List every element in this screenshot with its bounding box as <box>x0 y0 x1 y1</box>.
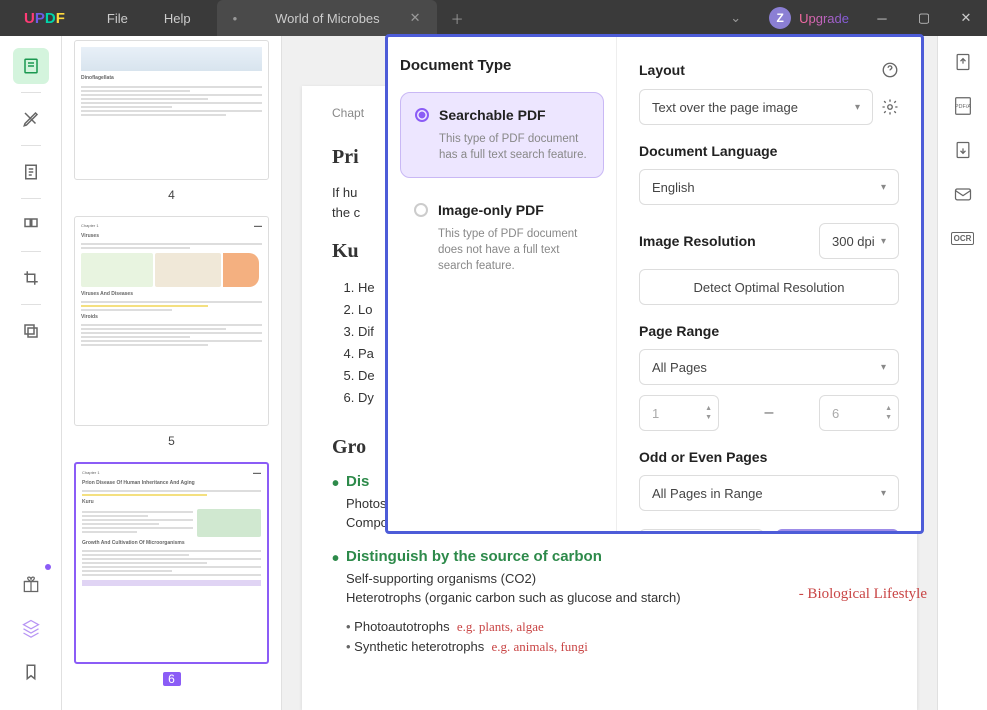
help-icon[interactable] <box>881 61 899 79</box>
page-from-stepper[interactable]: 1 ▲▼ <box>639 395 719 431</box>
stepper-arrows-icon[interactable]: ▲▼ <box>885 405 892 421</box>
option-description: This type of PDF document does not have … <box>438 226 590 274</box>
range-separator: – <box>731 404 807 422</box>
tab-indicator-icon: • <box>233 11 238 26</box>
organize-tool-icon[interactable] <box>13 207 49 243</box>
detect-resolution-button[interactable]: Detect Optimal Resolution <box>639 269 899 305</box>
handwritten-side-note: - Biological Lifestyle <box>799 586 927 603</box>
page-number-selected: 6 <box>163 672 181 686</box>
new-tab-button[interactable]: ＋ <box>437 9 478 28</box>
doc-type-image-only-option[interactable]: Image-only PDF This type of PDF document… <box>400 188 604 288</box>
right-toolbar: PDF/A OCR <box>937 36 987 710</box>
gift-icon[interactable] <box>13 566 49 602</box>
titlebar: UPDF File Help • World of Microbes ✕ ＋ ⌄… <box>0 0 987 36</box>
edit-tool-icon[interactable] <box>13 154 49 190</box>
stepper-arrows-icon[interactable]: ▲▼ <box>705 405 712 421</box>
handwritten-note: e.g. plants, algae <box>457 619 544 634</box>
chevron-down-icon: ▾ <box>855 102 860 113</box>
page-range-label: Page Range <box>639 323 899 339</box>
svg-text:PDF/A: PDF/A <box>954 104 971 110</box>
pdf-convert-icon[interactable]: PDF/A <box>951 94 975 118</box>
handwritten-note: e.g. animals, fungi <box>491 639 587 654</box>
option-title: Image-only PDF <box>438 202 590 218</box>
ocr-icon[interactable]: OCR <box>951 226 975 250</box>
language-label: Document Language <box>639 143 899 159</box>
doc-bullet: Distinguish by the source of carbon <box>346 548 887 565</box>
dialog-right-panel: Layout Text over the page image▾ Documen… <box>616 37 921 531</box>
tab-document[interactable]: • World of Microbes ✕ <box>217 0 437 36</box>
doc-small-bullet: Synthetic heterotrophs e.g. animals, fun… <box>346 639 887 655</box>
layers-icon[interactable] <box>13 610 49 646</box>
radio-icon <box>415 108 429 122</box>
radio-icon <box>414 203 428 217</box>
upgrade-button[interactable]: Z Upgrade <box>757 7 861 29</box>
page-thumbnail[interactable]: Chapter 1▬▬ Viruses Viruses And Diseases… <box>74 216 269 426</box>
perform-ocr-button[interactable]: Perform OCR <box>776 529 899 531</box>
crop-tool-icon[interactable] <box>13 260 49 296</box>
doc-small-bullet: Photoautotrophs e.g. plants, algae <box>346 619 887 635</box>
doc-type-searchable-option[interactable]: Searchable PDF This type of PDF document… <box>400 92 604 178</box>
bookmark-icon[interactable] <box>13 654 49 690</box>
reader-tool-icon[interactable] <box>13 48 49 84</box>
option-description: This type of PDF document has a full tex… <box>439 131 589 163</box>
close-button[interactable]: ✕ <box>945 0 987 36</box>
comment-tool-icon[interactable] <box>13 101 49 137</box>
odd-even-label: Odd or Even Pages <box>639 449 899 465</box>
chevron-down-icon: ▾ <box>881 182 886 193</box>
odd-even-select[interactable]: All Pages in Range▾ <box>639 475 899 511</box>
dialog-left-panel: Document Type Searchable PDF This type o… <box>388 37 616 531</box>
gear-icon[interactable] <box>881 98 899 116</box>
layout-select[interactable]: Text over the page image▾ <box>639 89 873 125</box>
layout-label: Layout <box>639 62 685 78</box>
chevron-down-icon: ▾ <box>881 362 886 373</box>
export-icon[interactable] <box>951 50 975 74</box>
save-as-icon[interactable] <box>951 138 975 162</box>
chevron-down-icon: ▾ <box>881 488 886 499</box>
language-select[interactable]: English▾ <box>639 169 899 205</box>
left-toolbar <box>0 36 62 710</box>
menu-file[interactable]: File <box>89 11 146 26</box>
page-to-stepper[interactable]: 6 ▲▼ <box>819 395 899 431</box>
dialog-title: Document Type <box>400 57 604 74</box>
app-logo: UPDF <box>0 10 89 27</box>
thumbnails-panel: Dinoflagellata 4 Chapter 1▬▬ Viruses Vir… <box>62 36 282 710</box>
resolution-label: Image Resolution <box>639 233 756 249</box>
chevron-down-icon[interactable]: ⌄ <box>714 10 757 26</box>
redact-tool-icon[interactable] <box>13 313 49 349</box>
maximize-button[interactable]: ▢ <box>903 0 945 36</box>
chevron-down-icon: ▾ <box>881 236 886 247</box>
page-number: 5 <box>74 434 269 448</box>
page-thumbnail[interactable]: Dinoflagellata <box>74 40 269 180</box>
doc-subtext: Self-supporting organisms (CO2) <box>346 571 887 586</box>
resolution-select[interactable]: 300 dpi▾ <box>819 223 899 259</box>
upgrade-label: Upgrade <box>799 11 849 26</box>
option-title: Searchable PDF <box>439 107 589 123</box>
page-number: 4 <box>74 188 269 202</box>
tab-title: World of Microbes <box>275 11 380 26</box>
close-icon[interactable]: ✕ <box>410 10 421 26</box>
minimize-button[interactable]: ─ <box>861 0 903 36</box>
menu-help[interactable]: Help <box>146 11 209 26</box>
user-avatar-icon: Z <box>769 7 791 29</box>
ocr-dialog: Document Type Searchable PDF This type o… <box>385 34 924 534</box>
email-icon[interactable] <box>951 182 975 206</box>
page-thumbnail-selected[interactable]: Chapter 1▬▬ Prion Disease Of Human Inher… <box>74 462 269 664</box>
page-range-select[interactable]: All Pages▾ <box>639 349 899 385</box>
cancel-button[interactable]: Cancel <box>639 529 764 531</box>
